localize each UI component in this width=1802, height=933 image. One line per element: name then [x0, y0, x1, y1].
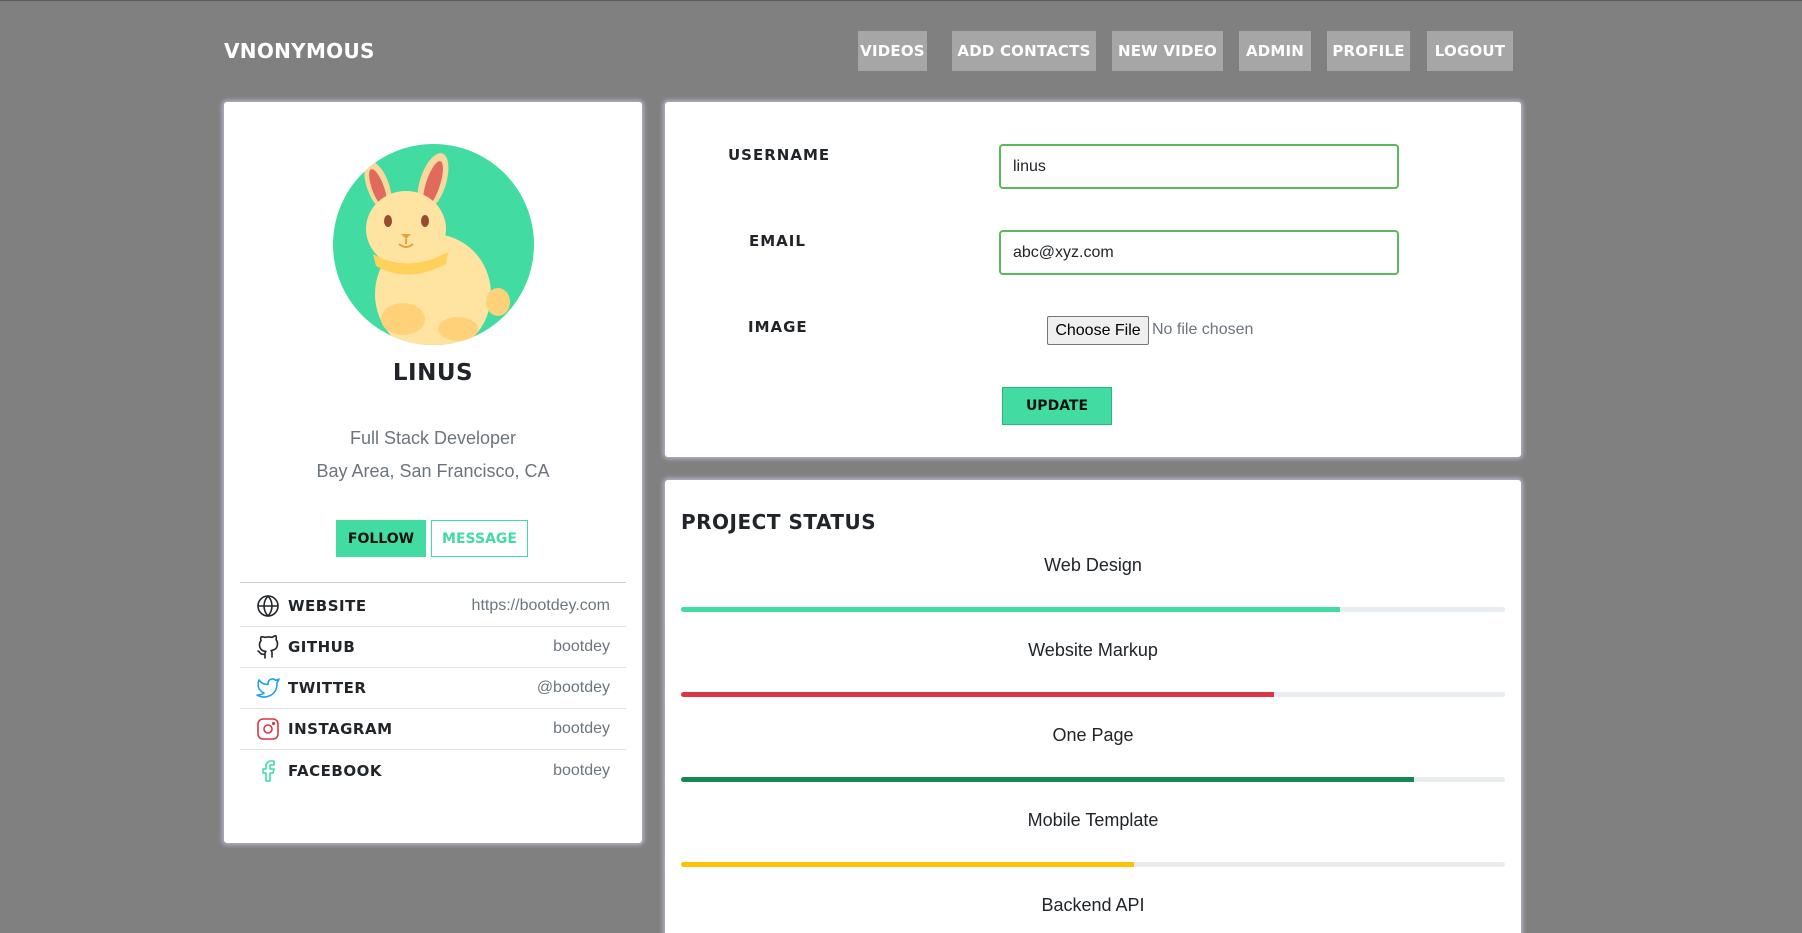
progress-bar-fill: [681, 692, 1275, 697]
nav-videos[interactable]: VIDEOS: [858, 31, 927, 71]
facebook-icon: [256, 759, 280, 783]
progress-bar-fill: [681, 607, 1341, 612]
file-status: No file chosen: [1152, 321, 1254, 338]
progress-bar: [681, 862, 1505, 867]
nav-logout[interactable]: LOGOUT: [1427, 31, 1513, 71]
project-item: Web Design: [681, 555, 1505, 612]
rabbit-avatar: [333, 144, 534, 345]
profile-form-card: USERNAME linus EMAIL abc@xyz.com IMAGE C…: [665, 102, 1521, 457]
social-links-list: WEBSITE https://bootdey.com GITHUB bootd…: [240, 586, 626, 791]
update-button[interactable]: UPDATE: [1002, 387, 1112, 425]
follow-button[interactable]: FOLLOW: [336, 520, 426, 557]
project-status-card: PROJECT STATUS Web Design Website Markup O…: [665, 480, 1521, 933]
project-name: Mobile Template: [1027, 810, 1159, 830]
project-name: One Page: [1052, 725, 1134, 745]
social-value[interactable]: @bootdey: [537, 679, 610, 697]
brand-logo[interactable]: VNONYMOUS: [224, 39, 375, 63]
project-name: Web Design: [1044, 555, 1142, 575]
project-name: Backend API: [1041, 895, 1145, 915]
social-label: GITHUB: [288, 638, 356, 656]
nav-profile[interactable]: PROFILE: [1327, 31, 1410, 71]
social-row-twitter[interactable]: TWITTER @bootdey: [240, 668, 626, 709]
social-row-facebook[interactable]: FACEBOOK bootdey: [240, 750, 626, 791]
instagram-icon: [256, 717, 280, 741]
social-row-website[interactable]: WEBSITE https://bootdey.com: [240, 586, 626, 627]
project-item: One Page: [681, 725, 1505, 782]
nav-admin[interactable]: ADMIN: [1239, 31, 1311, 71]
social-label: WEBSITE: [288, 597, 367, 615]
project-name: Website Markup: [1028, 640, 1158, 660]
social-value[interactable]: bootdey: [553, 762, 610, 780]
project-item: Mobile Template: [681, 810, 1505, 867]
choose-file-button[interactable]: Choose File: [1047, 316, 1149, 345]
social-value[interactable]: bootdey: [553, 638, 610, 656]
social-label: TWITTER: [288, 679, 367, 697]
social-value[interactable]: https://bootdey.com: [472, 597, 610, 615]
project-item: Backend API: [681, 895, 1505, 916]
profile-location: Bay Area, San Francisco, CA: [316, 461, 550, 481]
nav-add-contacts[interactable]: ADD CONTACTS: [952, 31, 1096, 71]
github-icon: [256, 635, 280, 659]
divider: [240, 582, 626, 583]
message-button[interactable]: MESSAGE: [431, 520, 528, 557]
progress-bar-fill: [681, 862, 1135, 867]
progress-bar: [681, 692, 1505, 697]
profile-name: LINUS: [392, 360, 474, 386]
social-value[interactable]: bootdey: [553, 720, 610, 738]
globe-icon: [256, 594, 280, 618]
project-status-title: PROJECT STATUS: [681, 510, 877, 534]
project-item: Website Markup: [681, 640, 1505, 697]
image-label: IMAGE: [748, 318, 808, 336]
profile-title: Full Stack Developer: [349, 428, 517, 448]
progress-bar-fill: [681, 777, 1415, 782]
social-label: INSTAGRAM: [288, 720, 393, 738]
social-label: FACEBOOK: [288, 761, 382, 780]
email-input[interactable]: abc@xyz.com: [999, 230, 1399, 275]
social-row-instagram[interactable]: INSTAGRAM bootdey: [240, 709, 626, 750]
username-input[interactable]: linus: [999, 144, 1399, 189]
email-label: EMAIL: [749, 232, 806, 250]
twitter-icon: [256, 676, 280, 700]
progress-bar: [681, 777, 1505, 782]
social-row-github[interactable]: GITHUB bootdey: [240, 627, 626, 668]
progress-bar: [681, 607, 1505, 612]
username-label: USERNAME: [728, 146, 831, 164]
profile-card: LINUS Full Stack Developer Bay Area, San…: [224, 102, 642, 843]
nav-new-video[interactable]: NEW VIDEO: [1112, 31, 1223, 71]
